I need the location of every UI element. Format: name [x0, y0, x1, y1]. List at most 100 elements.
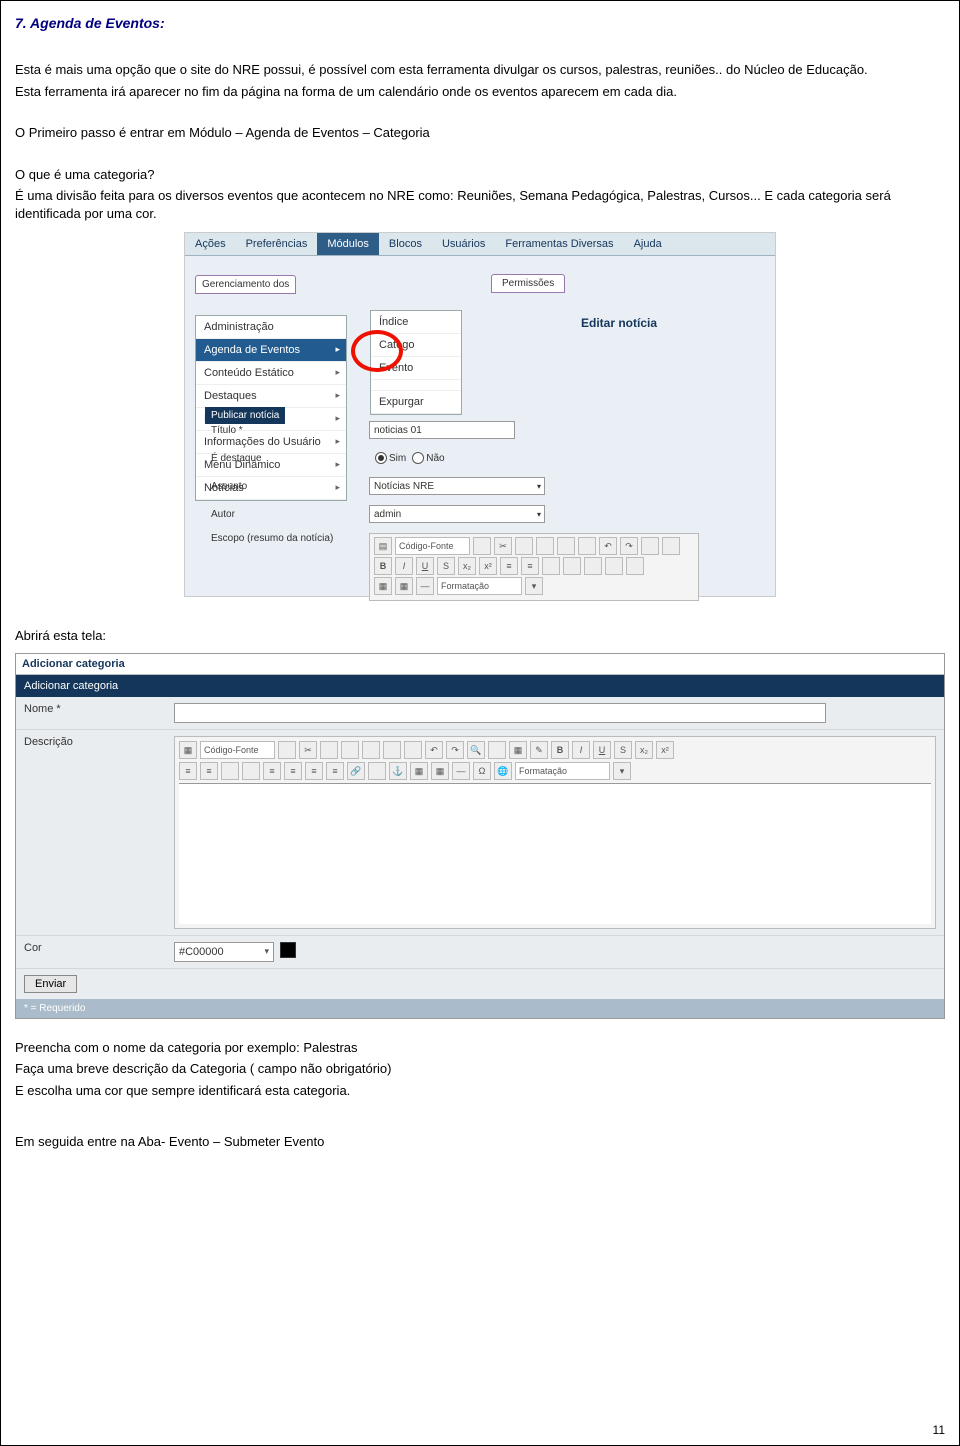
clear-icon[interactable]: ✎: [530, 741, 548, 759]
sub-icon[interactable]: x₂: [635, 741, 653, 759]
copy-icon[interactable]: [473, 537, 491, 555]
tab-gerenciamento[interactable]: Gerenciamento dos: [195, 275, 296, 294]
paste2-icon[interactable]: [536, 537, 554, 555]
replace-icon[interactable]: [488, 741, 506, 759]
find-icon[interactable]: [641, 537, 659, 555]
select-icon[interactable]: ▦: [509, 741, 527, 759]
image-icon[interactable]: ▦: [410, 762, 428, 780]
question-body: É uma divisão feita para os diversos eve…: [15, 187, 945, 222]
cut-icon[interactable]: ✂: [494, 537, 512, 555]
dd-conteudo-estatico[interactable]: Conteúdo Estático: [196, 362, 346, 385]
ol-icon[interactable]: ≡: [500, 557, 518, 575]
codigo-fonte-button[interactable]: Código-Fonte: [200, 741, 275, 759]
src-icon[interactable]: ▤: [374, 537, 392, 555]
sup-icon[interactable]: x²: [656, 741, 674, 759]
submenu-expurgar[interactable]: Expurgar: [371, 391, 461, 414]
enviar-button[interactable]: Enviar: [24, 975, 77, 993]
input-nome[interactable]: [174, 703, 826, 723]
required-note: * = Requerido: [16, 999, 944, 1018]
paste2-icon[interactable]: [341, 741, 359, 759]
outdent-icon[interactable]: [221, 762, 239, 780]
dd-administracao[interactable]: Administração: [196, 316, 346, 339]
descricao-textarea[interactable]: [179, 783, 931, 924]
paste3-icon[interactable]: [557, 537, 575, 555]
align-l-icon[interactable]: [584, 557, 602, 575]
formatacao-select[interactable]: Formatação: [515, 762, 610, 780]
replace-icon[interactable]: [662, 537, 680, 555]
undo-icon[interactable]: ↶: [425, 741, 443, 759]
indent-icon[interactable]: [242, 762, 260, 780]
select-cor[interactable]: #C00000: [174, 942, 274, 962]
dd-icon[interactable]: ▾: [613, 762, 631, 780]
table-icon[interactable]: ▦: [431, 762, 449, 780]
label-destaque: É destaque: [205, 453, 369, 464]
find-icon[interactable]: 🔍: [467, 741, 485, 759]
align-c-icon[interactable]: [605, 557, 623, 575]
align-r-icon[interactable]: ≡: [305, 762, 323, 780]
menu-usuarios[interactable]: Usuários: [432, 233, 495, 255]
strike-icon[interactable]: S: [614, 741, 632, 759]
dd-agenda-eventos[interactable]: Agenda de Eventos: [196, 339, 346, 362]
cut-icon[interactable]: ✂: [299, 741, 317, 759]
hr-icon[interactable]: —: [416, 577, 434, 595]
radio-sim[interactable]: [375, 452, 387, 464]
src-icon[interactable]: ▦: [179, 741, 197, 759]
print-icon[interactable]: [383, 741, 401, 759]
formatacao-select[interactable]: Formatação: [437, 577, 522, 595]
menu-ferramentas[interactable]: Ferramentas Diversas: [495, 233, 623, 255]
underline-icon[interactable]: U: [416, 557, 434, 575]
codigo-fonte-button[interactable]: Código-Fonte: [395, 537, 470, 555]
menu-ajuda[interactable]: Ajuda: [624, 233, 672, 255]
input-titulo[interactable]: noticias 01: [369, 421, 515, 439]
bold-icon[interactable]: B: [374, 557, 392, 575]
paste-icon[interactable]: [515, 537, 533, 555]
hr-icon[interactable]: —: [452, 762, 470, 780]
ol-icon[interactable]: ≡: [179, 762, 197, 780]
italic-icon[interactable]: I: [395, 557, 413, 575]
align-l-icon[interactable]: ≡: [263, 762, 281, 780]
sub-icon[interactable]: x₂: [458, 557, 476, 575]
globe-icon[interactable]: 🌐: [494, 762, 512, 780]
radio-nao[interactable]: [412, 452, 424, 464]
select-autor[interactable]: admin▾: [369, 505, 545, 523]
label-assunto: Assunto: [205, 481, 369, 492]
label-autor: Autor: [205, 509, 369, 520]
align-r-icon[interactable]: [626, 557, 644, 575]
italic-icon[interactable]: I: [572, 741, 590, 759]
align-j-icon[interactable]: ≡: [326, 762, 344, 780]
indent-icon[interactable]: [563, 557, 581, 575]
sup-icon[interactable]: x²: [479, 557, 497, 575]
tab-permissoes[interactable]: Permissões: [491, 274, 565, 293]
paste3-icon[interactable]: [362, 741, 380, 759]
ul-icon[interactable]: ≡: [521, 557, 539, 575]
dd-icon[interactable]: ▾: [525, 577, 543, 595]
add-categoria-link[interactable]: Adicionar categoria: [16, 654, 944, 675]
align-c-icon[interactable]: ≡: [284, 762, 302, 780]
special-icon[interactable]: Ω: [473, 762, 491, 780]
print-icon[interactable]: [578, 537, 596, 555]
footer-line-3: E escolha uma cor que sempre identificar…: [15, 1082, 945, 1100]
paste-icon[interactable]: [320, 741, 338, 759]
redo-icon[interactable]: ↷: [620, 537, 638, 555]
link-icon[interactable]: 🔗: [347, 762, 365, 780]
select-assunto[interactable]: Notícias NRE▾: [369, 477, 545, 495]
unlink-icon[interactable]: [368, 762, 386, 780]
copy-icon[interactable]: [278, 741, 296, 759]
menu-preferencias[interactable]: Preferências: [236, 233, 318, 255]
outdent-icon[interactable]: [542, 557, 560, 575]
underline-icon[interactable]: U: [593, 741, 611, 759]
menu-modulos[interactable]: Módulos: [317, 233, 379, 255]
table-icon[interactable]: ▦: [395, 577, 413, 595]
dd-destaques[interactable]: Destaques: [196, 385, 346, 408]
menu-blocos[interactable]: Blocos: [379, 233, 432, 255]
spell-icon[interactable]: [404, 741, 422, 759]
bold-icon[interactable]: B: [551, 741, 569, 759]
redo-icon[interactable]: ↷: [446, 741, 464, 759]
image-icon[interactable]: ▦: [374, 577, 392, 595]
anchor-icon[interactable]: ⚓: [389, 762, 407, 780]
ul-icon[interactable]: ≡: [200, 762, 218, 780]
submenu-blank[interactable]: [371, 380, 461, 391]
menu-acoes[interactable]: Ações: [185, 233, 236, 255]
undo-icon[interactable]: ↶: [599, 537, 617, 555]
strike-icon[interactable]: S: [437, 557, 455, 575]
